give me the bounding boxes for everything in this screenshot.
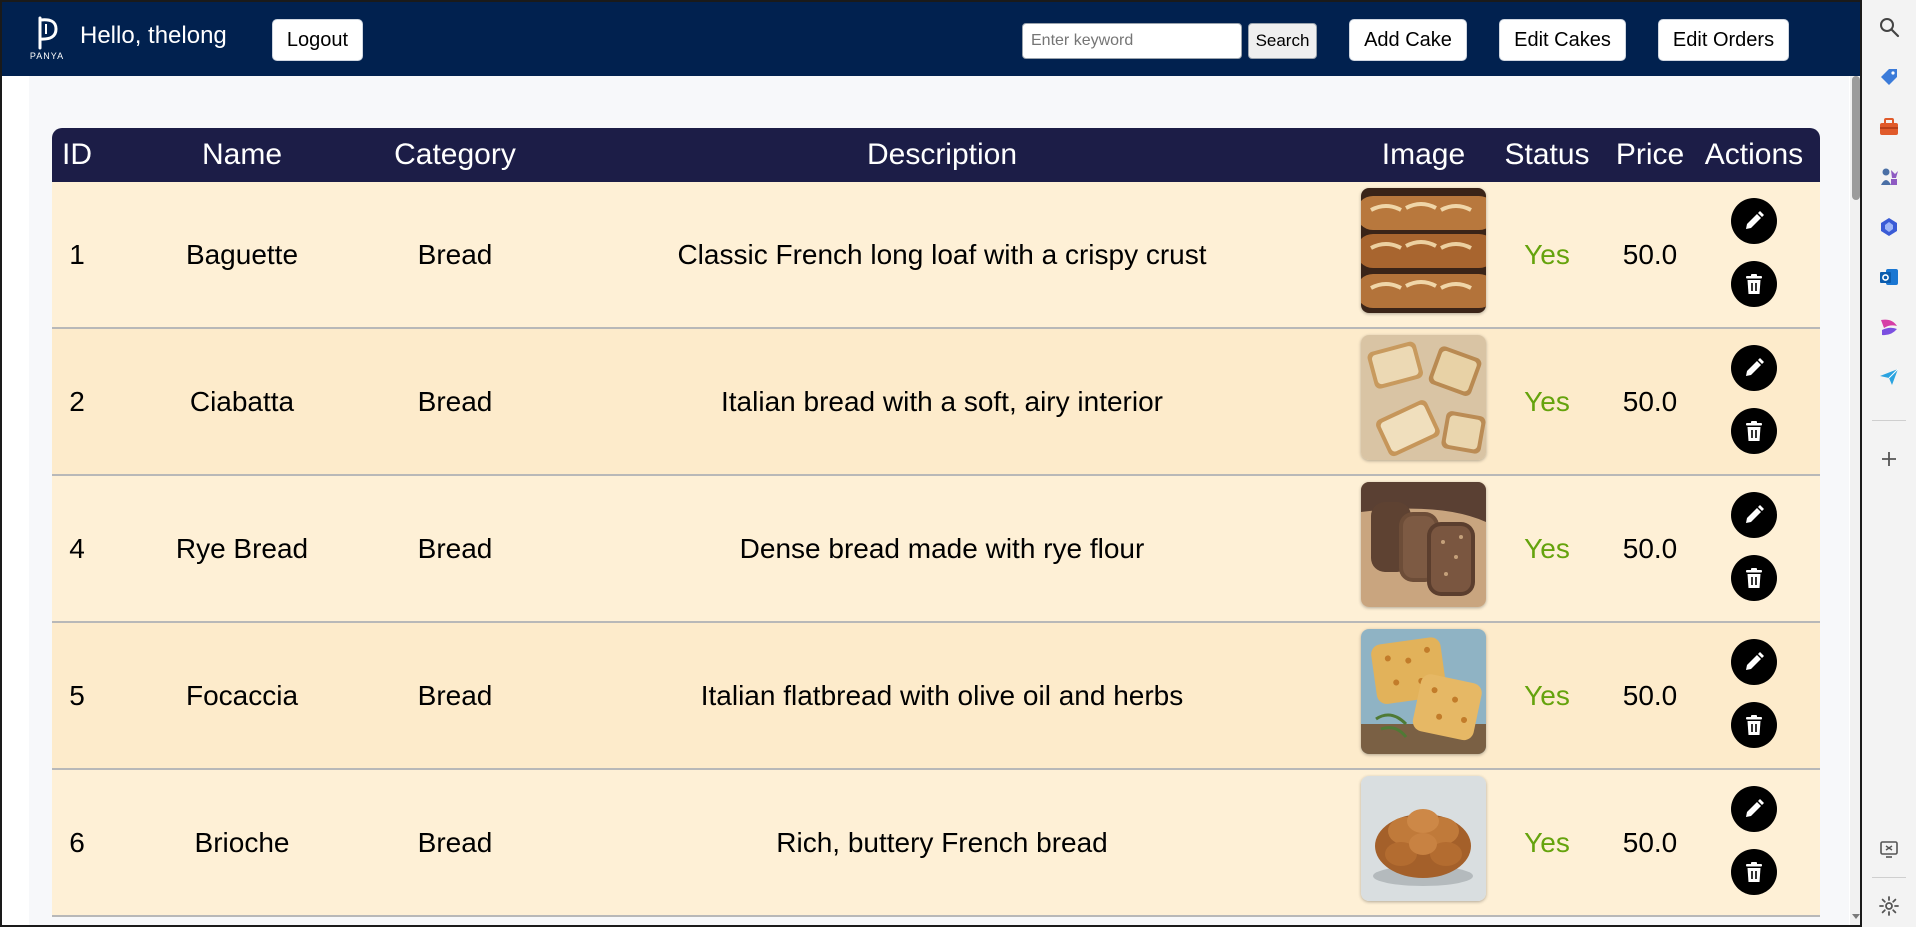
delete-button[interactable] [1731, 408, 1777, 454]
table-row: 2 Ciabatta Bread Italian bread with a soft,… [52, 329, 1820, 476]
pencil-icon [1742, 356, 1766, 380]
panya-logo: PANYA [30, 16, 64, 61]
search-icon[interactable] [1876, 14, 1902, 40]
table-row: 6 Brioche Bread Rich, buttery French bread Y… [52, 770, 1820, 917]
cell-description: Italian bread with a soft, airy interior [721, 385, 1163, 417]
cell-category: Bread [417, 679, 493, 711]
edit-button[interactable] [1731, 345, 1777, 391]
screenshot-icon[interactable] [1876, 836, 1902, 862]
browser-window: PANYA Hello, thelong Logout Search Add C… [0, 0, 1862, 927]
trash-icon [1744, 273, 1764, 295]
cell-name: Baguette [185, 238, 299, 270]
logout-button[interactable]: Logout [272, 19, 363, 61]
cell-description: Dense bread made with rye flour [739, 532, 1145, 564]
logo-text: PANYA [30, 51, 64, 61]
trash-icon [1744, 567, 1764, 589]
navbar: PANYA Hello, thelong Logout Search Add C… [2, 2, 1860, 76]
sidebar-divider-bottom [1872, 877, 1906, 878]
cell-name: Brioche [194, 826, 290, 858]
pencil-icon [1742, 797, 1766, 821]
cell-id: 6 [69, 826, 85, 858]
vertical-scrollbar[interactable] [1850, 76, 1862, 925]
col-status-header: Status [1504, 138, 1590, 171]
edit-button[interactable] [1731, 492, 1777, 538]
col-id-header: ID [62, 138, 92, 171]
pencil-icon [1742, 209, 1766, 233]
search-button[interactable]: Search [1248, 23, 1317, 59]
outlook-icon[interactable] [1876, 264, 1902, 290]
cell-name: Rye Bread [175, 532, 309, 564]
cell-name: Ciabatta [189, 385, 295, 417]
brioche-photo [1361, 776, 1486, 901]
cell-price: 50.0 [1622, 826, 1678, 858]
edge-sidebar [1862, 0, 1916, 927]
cell-id: 1 [69, 238, 85, 270]
col-category-header: Category [394, 138, 516, 171]
col-image-header: Image [1381, 138, 1466, 171]
baguette-photo [1361, 188, 1486, 313]
cell-category: Bread [417, 385, 493, 417]
trash-icon [1744, 420, 1764, 442]
chess-icon[interactable] [1876, 164, 1902, 190]
cell-id: 2 [69, 385, 85, 417]
cell-description: Italian flatbread with olive oil and her… [700, 679, 1184, 711]
cell-status: Yes [1524, 826, 1570, 858]
cell-status: Yes [1524, 385, 1570, 417]
add-cake-button[interactable]: Add Cake [1349, 19, 1467, 61]
delete-button[interactable] [1731, 261, 1777, 307]
edit-orders-button[interactable]: Edit Orders [1658, 19, 1789, 61]
search-input[interactable] [1022, 23, 1242, 59]
greeting-text: Hello, thelong [80, 22, 227, 49]
cell-price: 50.0 [1622, 679, 1678, 711]
sidebar-divider [1872, 420, 1906, 421]
add-icon[interactable] [1876, 446, 1902, 472]
edit-button[interactable] [1731, 786, 1777, 832]
cell-price: 50.0 [1622, 532, 1678, 564]
trash-icon [1744, 714, 1764, 736]
table-row: 4 Rye Bread Bread Dense bread made with rye… [52, 476, 1820, 623]
pencil-icon [1742, 503, 1766, 527]
cell-description: Classic French long loaf with a crispy c… [677, 238, 1207, 270]
scroll-down-icon[interactable] [1850, 910, 1862, 922]
table-row: 1 Baguette Bread Classic French long loaf w… [52, 182, 1820, 329]
copilot-icon[interactable] [1876, 214, 1902, 240]
tag-icon[interactable] [1876, 64, 1902, 90]
focaccia-photo [1361, 629, 1486, 754]
designer-icon[interactable] [1876, 314, 1902, 340]
cell-id: 4 [69, 532, 85, 564]
table-row: 5 Focaccia Bread Italian flatbread with oli… [52, 623, 1820, 770]
products-table: ID Name Category Description Image Statu… [52, 128, 1820, 917]
cell-status: Yes [1524, 238, 1570, 270]
col-price-header: Price [1615, 138, 1685, 171]
cell-name: Focaccia [185, 679, 299, 711]
trash-icon [1744, 861, 1764, 883]
edit-cakes-button[interactable]: Edit Cakes [1499, 19, 1626, 61]
cell-category: Bread [417, 826, 493, 858]
pencil-icon [1742, 650, 1766, 674]
cell-status: Yes [1524, 679, 1570, 711]
edit-button[interactable] [1731, 639, 1777, 685]
col-name-header: Name [201, 138, 283, 171]
cell-status: Yes [1524, 532, 1570, 564]
send-icon[interactable] [1876, 364, 1902, 390]
edit-button[interactable] [1731, 198, 1777, 244]
col-description-header: Description [866, 138, 1018, 171]
briefcase-icon[interactable] [1876, 114, 1902, 140]
scrollbar-thumb[interactable] [1852, 76, 1860, 200]
cell-price: 50.0 [1622, 238, 1678, 270]
cell-description: Rich, buttery French bread [776, 826, 1108, 858]
delete-button[interactable] [1731, 702, 1777, 748]
col-actions-header: Actions [1704, 138, 1804, 171]
delete-button[interactable] [1731, 849, 1777, 895]
cell-id: 5 [69, 679, 85, 711]
delete-button[interactable] [1731, 555, 1777, 601]
cell-category: Bread [417, 532, 493, 564]
ciabatta-photo [1361, 335, 1486, 460]
cell-price: 50.0 [1622, 385, 1678, 417]
table-header: ID Name Category Description Image Statu… [52, 128, 1820, 182]
rye-bread-photo [1361, 482, 1486, 607]
cell-category: Bread [417, 238, 493, 270]
settings-icon[interactable] [1876, 893, 1902, 919]
